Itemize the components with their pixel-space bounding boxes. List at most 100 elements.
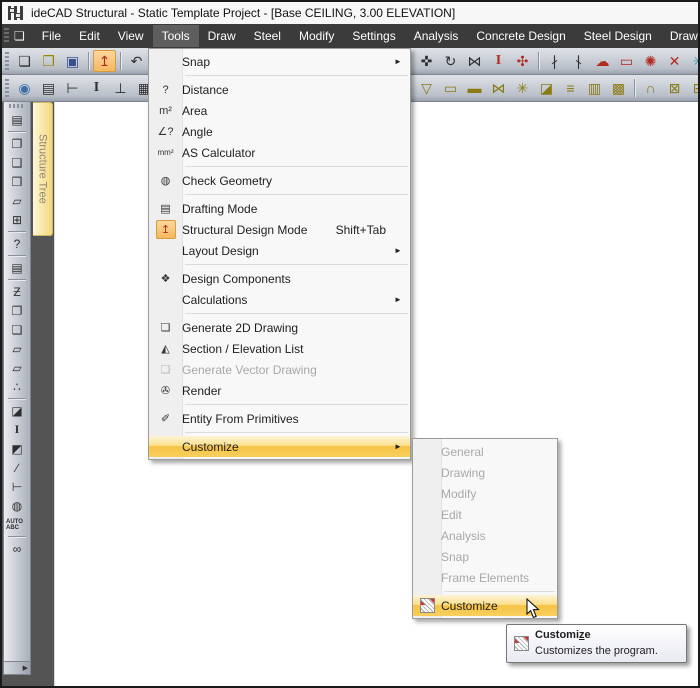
wipeout-button[interactable]: ▭ — [615, 50, 638, 72]
shear-wall-button[interactable]: ▽ — [415, 77, 438, 99]
menu-tools[interactable]: Tools — [153, 25, 199, 47]
menu-analysis[interactable]: Analysis — [405, 25, 468, 47]
drafting-mode-button[interactable]: ▤ — [6, 258, 28, 277]
menu-item-label: Modify — [441, 487, 557, 501]
menu-item-section-elevation-list[interactable]: ◭ Section / Elevation List — [149, 338, 410, 359]
select-table-button[interactable]: ⊞ — [6, 210, 28, 229]
menu-item-entity-from-primitives[interactable]: ✐ Entity From Primitives — [149, 408, 410, 429]
auto-abc-button[interactable]: AUTO ABC — [6, 515, 28, 534]
menu-item-as-calculator[interactable]: mm² AS Calculator — [149, 142, 410, 163]
hatch-button[interactable]: ▩ — [607, 77, 630, 99]
structure-tree-tab[interactable]: Structure Tree — [33, 102, 53, 236]
menu-item-label: Check Geometry — [182, 174, 410, 188]
menu-drawings[interactable]: Drawings — [661, 25, 698, 47]
distance-button[interactable]: ? — [6, 234, 28, 253]
toolbar-grip-icon[interactable] — [5, 52, 9, 70]
trim-button[interactable]: ∤ — [543, 50, 566, 72]
menu-item-check-geometry[interactable]: ◍ Check Geometry — [149, 170, 410, 191]
mirror-axis-button[interactable]: I — [487, 50, 510, 72]
divide-button[interactable]: ∕ — [6, 458, 28, 477]
grid-button[interactable]: ✳ — [511, 77, 534, 99]
move-copy-button[interactable]: ▱ — [6, 339, 28, 358]
structural-design-mode-toggle[interactable]: ↥ — [93, 50, 116, 72]
toolbar-grip-icon[interactable] — [9, 104, 25, 108]
steel-deck-button[interactable]: ◩ — [6, 439, 28, 458]
menu-item-design-components[interactable]: ❖ Design Components — [149, 268, 410, 289]
menu-concrete-design[interactable]: Concrete Design — [467, 25, 574, 47]
paste-button[interactable]: ❏ — [6, 320, 28, 339]
column-section-button[interactable]: I — [6, 420, 28, 439]
toolbar-expander-arrow-icon[interactable]: ▶ — [3, 662, 31, 675]
menu-file[interactable]: File — [33, 25, 70, 47]
section-line-button[interactable]: Ƶ — [6, 282, 28, 301]
menu-item-generate-2d-drawing[interactable]: ❏ Generate 2D Drawing — [149, 317, 410, 338]
node-button[interactable]: ◉ — [13, 77, 36, 99]
column-button[interactable]: I — [85, 77, 108, 99]
sheet-button[interactable]: ▤ — [6, 110, 28, 129]
save-button[interactable]: ▣ — [61, 50, 84, 72]
select-add-button[interactable]: ❑ — [6, 153, 28, 172]
extend-button[interactable]: ∤ — [567, 50, 590, 72]
new-button[interactable]: ❏ — [13, 50, 36, 72]
stairs-button[interactable]: ≡ — [559, 77, 582, 99]
submenu-item-modify: Modify — [413, 483, 557, 504]
slab-button[interactable]: ▭ — [439, 77, 462, 99]
menu-item-area[interactable]: m² Area — [149, 100, 410, 121]
beam-support-button[interactable]: ⊢ — [61, 77, 84, 99]
toolbar-separator — [8, 231, 26, 232]
menu-settings[interactable]: Settings — [343, 25, 404, 47]
menu-steel[interactable]: Steel — [245, 25, 290, 47]
menu-item-angle[interactable]: ∠? Angle — [149, 121, 410, 142]
rotate-button[interactable]: ↻ — [439, 50, 462, 72]
array-button[interactable]: ▱ — [6, 358, 28, 377]
select-button[interactable]: ❐ — [6, 134, 28, 153]
menu-item-customize[interactable]: Customize ► — [149, 436, 410, 457]
plane-button[interactable]: ◪ — [6, 401, 28, 420]
stretch-button[interactable]: ✣ — [511, 50, 534, 72]
toolbar-grip-icon[interactable] — [5, 79, 9, 97]
drafting-mode-icon: ▤ — [149, 202, 182, 215]
erase-button[interactable]: ✕ — [663, 50, 686, 72]
menu-draw[interactable]: Draw — [199, 25, 245, 47]
menu-edit[interactable]: Edit — [70, 25, 109, 47]
frame-button[interactable]: ⊠ — [663, 77, 686, 99]
menu-item-calculations[interactable]: Calculations ► — [149, 289, 410, 310]
select-chain-button[interactable]: ❒ — [6, 172, 28, 191]
check-geometry-button[interactable]: ◍ — [6, 496, 28, 515]
break-button[interactable]: ✺ — [639, 50, 662, 72]
copy-button[interactable]: ❐ — [6, 301, 28, 320]
truss-button[interactable]: ⋈ — [487, 77, 510, 99]
menu-item-drafting-mode[interactable]: ▤ Drafting Mode — [149, 198, 410, 219]
menu-view[interactable]: View — [109, 25, 153, 47]
generate-2d-drawing-icon: ❏ — [149, 321, 182, 334]
arch-button[interactable]: ∩ — [639, 77, 662, 99]
dimension-button[interactable]: ⊢ — [6, 477, 28, 496]
panel-button[interactable]: ◪ — [535, 77, 558, 99]
mirror-button[interactable]: ⋈ — [463, 50, 486, 72]
ribbed-slab-button[interactable]: ▥ — [583, 77, 606, 99]
beam-button[interactable]: ▬ — [463, 77, 486, 99]
menu-item-label: AS Calculator — [182, 146, 410, 160]
menu-steel-design[interactable]: Steel Design — [575, 25, 661, 47]
menu-item-snap[interactable]: Snap ► — [149, 51, 410, 72]
menu-item-label: Snap — [182, 55, 394, 69]
revision-cloud-button[interactable]: ☁ — [591, 50, 614, 72]
wall-button[interactable]: ▤ — [37, 77, 60, 99]
node-points-button[interactable]: ∴ — [6, 377, 28, 396]
find-button[interactable]: ∞ — [6, 539, 28, 558]
floor-grid-button[interactable]: ⊞ — [687, 77, 700, 99]
node-snap-button[interactable]: ✳ — [687, 50, 700, 72]
undo-button[interactable]: ↶ — [125, 50, 148, 72]
menu-item-label: General — [441, 445, 557, 459]
move-button[interactable]: ✜ — [415, 50, 438, 72]
open-button[interactable]: ❒ — [37, 50, 60, 72]
toolbar-grip-icon — [4, 28, 9, 44]
select-window-button[interactable]: ▱ — [6, 191, 28, 210]
support-button[interactable]: ⊥ — [109, 77, 132, 99]
menu-item-layout-design[interactable]: Layout Design ► — [149, 240, 410, 261]
menu-item-structural-design-mode[interactable]: ↥ Structural Design Mode Shift+Tab — [149, 219, 410, 240]
menu-item-distance[interactable]: ? Distance — [149, 79, 410, 100]
menu-item-render[interactable]: ✇ Render — [149, 380, 410, 401]
menu-modify[interactable]: Modify — [290, 25, 343, 47]
new-doc-icon[interactable]: ❏ — [14, 29, 25, 43]
